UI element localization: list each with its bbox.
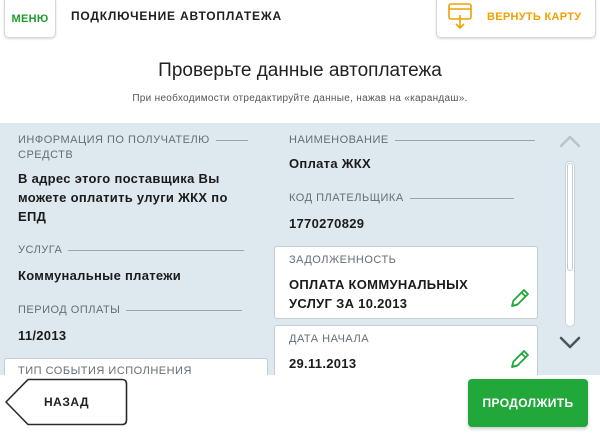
return-card-button[interactable]: ВЕРНУТЬ КАРТУ (436, 0, 596, 38)
payment-period-label-text: ПЕРИОД ОПЛАТЫ (18, 304, 121, 316)
debt-value-line2: УСЛУГ ЗА 10.2013 (289, 296, 408, 311)
name-label: НАИМЕНОВАНИЕ (289, 133, 535, 148)
label-rule (394, 139, 535, 141)
service-label: УСЛУГА (18, 243, 245, 258)
start-date-value: 29.11.2013 (289, 356, 357, 371)
debt-value-line1: ОПЛАТА КОММУНАЛЬНЫХ (289, 277, 469, 292)
service-label-text: УСЛУГА (18, 244, 63, 256)
event-type-card[interactable]: ТИП СОБЫТИЯ ИСПОЛНЕНИЯ (4, 358, 268, 375)
back-button-label: НАЗАД (44, 395, 90, 409)
card-return-icon (448, 3, 472, 30)
payer-code-label-text: КОД ПЛАТЕЛЬЩИКА (289, 192, 404, 204)
menu-button-label: МЕНЮ (11, 12, 49, 25)
recipient-info-label-line2: СРЕДСТВ (18, 149, 74, 161)
continue-button-label: ПРОДОЛЖИТЬ (482, 396, 574, 410)
scrollbar-thumb[interactable] (567, 163, 573, 271)
label-rule (126, 309, 243, 311)
start-date-card[interactable]: ДАТА НАЧАЛА 29.11.2013 (274, 325, 538, 375)
label-rule (409, 197, 514, 199)
chevron-up-icon[interactable] (558, 133, 582, 149)
autopayment-details-panel: ИНФОРМАЦИЯ ПО ПОЛУЧАТЕЛЮ СРЕДСТВ В адрес… (0, 123, 600, 375)
scrollbar-track[interactable] (565, 161, 575, 327)
payment-period-value: 11/2013 (18, 328, 67, 343)
recipient-info-value-line1: В адрес этого поставщика Вы (18, 171, 220, 186)
header-title: ПОДКЛЮЧЕНИЕ АВТОПЛАТЕЖА (71, 9, 282, 23)
recipient-info-label: ИНФОРМАЦИЯ ПО ПОЛУЧАТЕЛЮ СРЕДСТВ (18, 133, 258, 163)
recipient-info-value: В адрес этого поставщика Вы можете оплат… (18, 169, 268, 226)
menu-button[interactable]: МЕНЮ (4, 0, 56, 38)
service-value: Коммунальные платежи (18, 268, 182, 283)
debt-label: ЗАДОЛЖЕННОСТЬ (289, 254, 397, 266)
pencil-icon[interactable] (509, 287, 531, 309)
label-rule (68, 249, 245, 251)
recipient-info-label-line1: ИНФОРМАЦИЯ ПО ПОЛУЧАТЕЛЮ (18, 134, 210, 146)
header: МЕНЮ ПОДКЛЮЧЕНИЕ АВТОПЛАТЕЖА ВЕРНУТЬ КАР… (0, 0, 600, 38)
pencil-icon[interactable] (509, 348, 531, 370)
debt-card[interactable]: ЗАДОЛЖЕННОСТЬ ОПЛАТА КОММУНАЛЬНЫХ УСЛУГ … (274, 246, 538, 319)
name-value: Оплата ЖКХ (289, 156, 372, 171)
payer-code-label: КОД ПЛАТЕЛЬЩИКА (289, 191, 514, 206)
event-type-label: ТИП СОБЫТИЯ ИСПОЛНЕНИЯ (18, 365, 192, 375)
payer-code-value: 1770270829 (289, 216, 365, 231)
debt-value: ОПЛАТА КОММУНАЛЬНЫХ УСЛУГ ЗА 10.2013 (289, 275, 468, 313)
name-label-text: НАИМЕНОВАНИЕ (289, 134, 389, 146)
continue-button[interactable]: ПРОДОЛЖИТЬ (468, 379, 588, 427)
return-card-label: ВЕРНУТЬ КАРТУ (487, 11, 582, 23)
label-rule (215, 139, 248, 141)
back-button[interactable]: НАЗАД (4, 378, 128, 426)
page-subtitle: При необходимости отредактируйте данные,… (132, 93, 468, 104)
start-date-label: ДАТА НАЧАЛА (289, 333, 370, 345)
chevron-down-icon[interactable] (558, 335, 582, 351)
page-title: Проверьте данные автоплатежа (158, 60, 442, 81)
recipient-info-value-line2: можете оплатить улуги ЖКХ по (18, 190, 228, 205)
payment-period-label: ПЕРИОД ОПЛАТЫ (18, 303, 243, 318)
recipient-info-value-line3: ЕПД (18, 209, 47, 224)
